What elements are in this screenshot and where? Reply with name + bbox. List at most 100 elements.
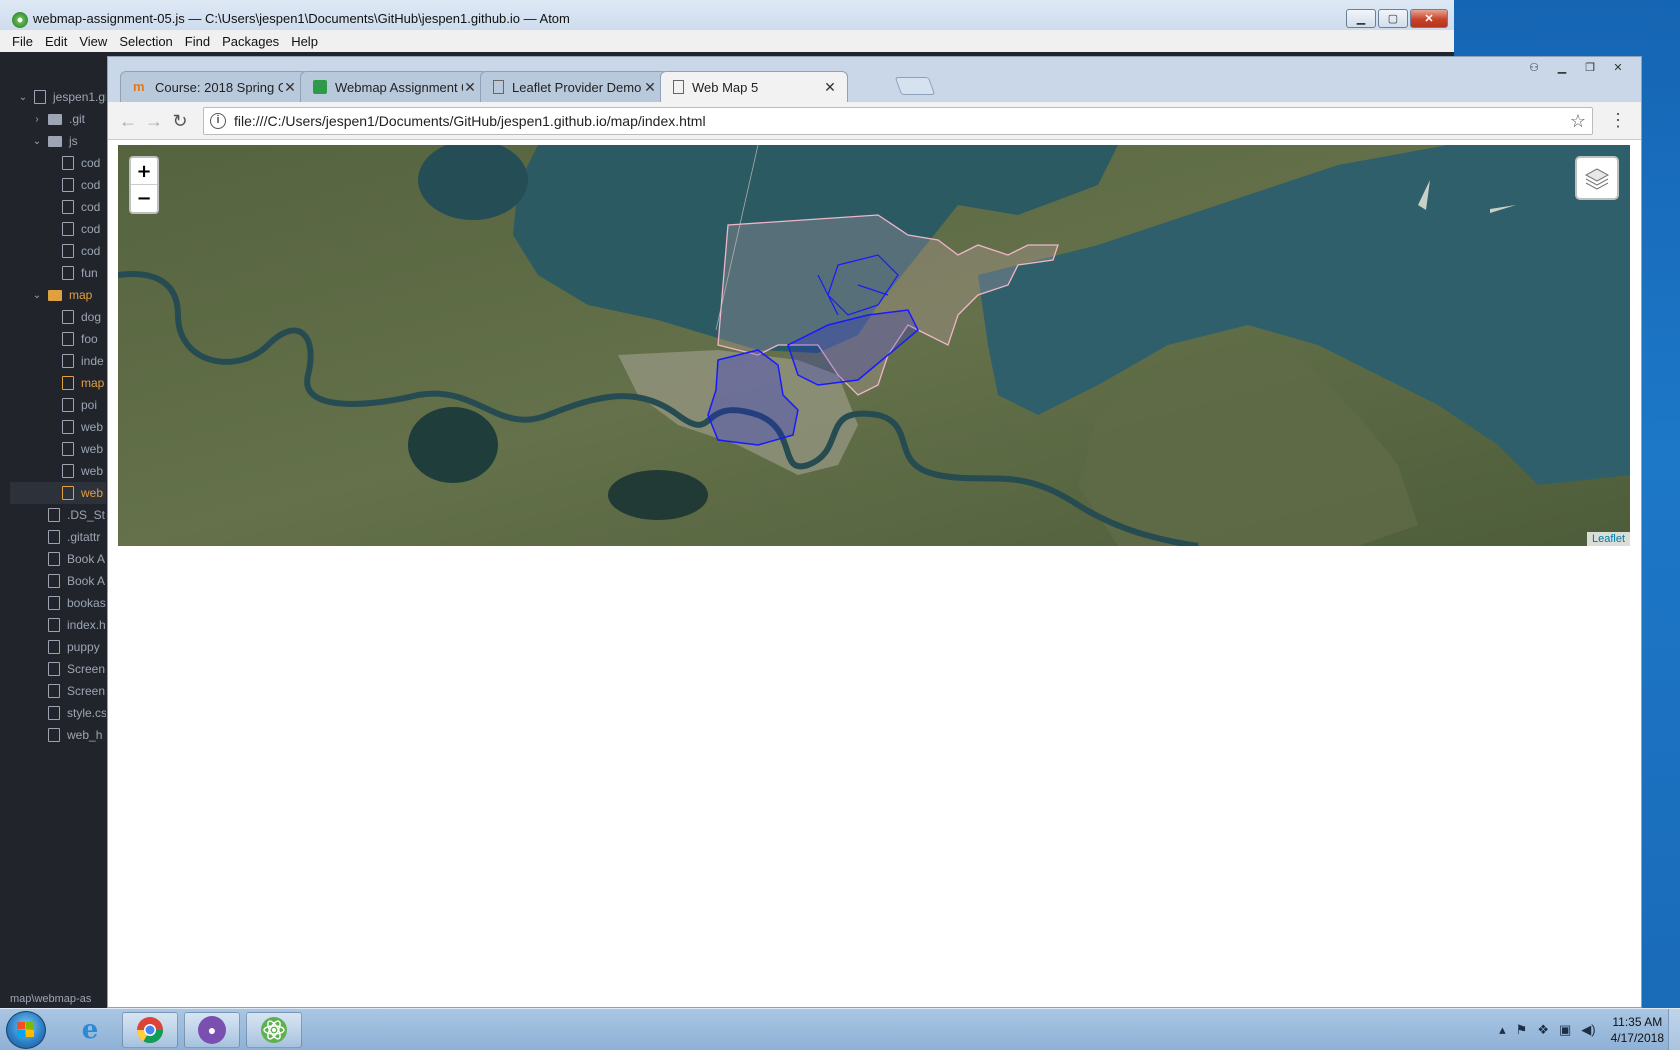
tree-item-image[interactable]: puppy bbox=[48, 636, 106, 658]
atom-status-path[interactable]: map\webmap-as bbox=[10, 993, 106, 1008]
tree-item-file[interactable]: cod bbox=[62, 218, 106, 240]
tree-item-file[interactable]: fun bbox=[62, 262, 106, 284]
leaflet-map[interactable]: + − Leaflet bbox=[118, 145, 1630, 546]
tree-item-image[interactable]: Book A bbox=[48, 570, 106, 592]
volume-icon[interactable]: ◀) bbox=[1581, 1022, 1595, 1038]
chrome-close-button[interactable]: ✕ bbox=[1605, 59, 1631, 75]
tree-item-folder[interactable]: ⌄ js bbox=[32, 130, 106, 152]
chrome-icon[interactable] bbox=[122, 1012, 178, 1048]
tree-item-file[interactable]: cod bbox=[62, 240, 106, 262]
tree-item-image[interactable]: Screen bbox=[48, 680, 106, 702]
tree-item-file[interactable]: .DS_St bbox=[48, 504, 106, 526]
atom-minimize-button[interactable]: ▁ bbox=[1346, 9, 1376, 28]
image-file-icon bbox=[48, 640, 60, 654]
tree-item-image[interactable]: bookas bbox=[48, 592, 106, 614]
sheets-icon bbox=[313, 80, 327, 94]
tree-item-folder[interactable]: › .git bbox=[32, 108, 106, 130]
image-file-icon bbox=[48, 552, 60, 566]
tree-item-image[interactable]: web_h bbox=[48, 724, 106, 746]
map-attribution-link[interactable]: Leaflet bbox=[1586, 532, 1630, 546]
close-icon[interactable]: ✕ bbox=[643, 79, 657, 96]
image-file-icon bbox=[48, 728, 60, 742]
folder-icon bbox=[48, 113, 62, 125]
url-text[interactable]: file:///C:/Users/jespen1/Documents/GitHu… bbox=[234, 113, 706, 129]
page-icon bbox=[493, 80, 504, 94]
tab-course[interactable]: m Course: 2018 Spring GEO ✕ bbox=[120, 71, 308, 102]
tree-root[interactable]: ⌄ jespen1.gi bbox=[18, 86, 106, 108]
menu-find[interactable]: Find bbox=[185, 34, 210, 49]
tree-item-file-modified[interactable]: map bbox=[62, 372, 106, 394]
tree-item-file[interactable]: index.h bbox=[48, 614, 106, 636]
tree-item-image[interactable]: Book A bbox=[48, 548, 106, 570]
moodle-icon: m bbox=[133, 79, 145, 94]
file-icon bbox=[62, 200, 74, 214]
menu-help[interactable]: Help bbox=[291, 34, 318, 49]
atom-close-button[interactable]: ✕ bbox=[1410, 9, 1448, 28]
tree-item-image[interactable]: poi bbox=[62, 394, 106, 416]
tree-item-file[interactable]: web bbox=[62, 438, 106, 460]
close-icon[interactable]: ✕ bbox=[283, 79, 297, 96]
start-button[interactable] bbox=[6, 1011, 46, 1049]
menu-packages[interactable]: Packages bbox=[222, 34, 279, 49]
tree-item-file[interactable]: foo bbox=[62, 328, 106, 350]
zoom-out-button[interactable]: − bbox=[131, 185, 157, 212]
file-icon bbox=[62, 464, 74, 478]
close-icon[interactable]: ✕ bbox=[463, 79, 477, 96]
clock[interactable]: 11:35 AM 4/17/2018 bbox=[1611, 1014, 1664, 1046]
image-file-icon bbox=[62, 310, 74, 324]
menu-view[interactable]: View bbox=[79, 34, 107, 49]
reload-icon[interactable]: ↻ bbox=[170, 111, 190, 131]
bookmark-star-icon[interactable]: ☆ bbox=[1570, 111, 1586, 132]
network-icon[interactable]: ▣ bbox=[1559, 1022, 1571, 1038]
back-arrow-icon[interactable]: ← bbox=[118, 111, 138, 131]
tab-leaflet-provider-demo[interactable]: Leaflet Provider Demo ✕ bbox=[480, 71, 668, 102]
chevron-right-icon: › bbox=[35, 113, 39, 125]
tree-item-image[interactable]: Screen bbox=[48, 658, 106, 680]
chevron-down-icon: ⌄ bbox=[32, 289, 42, 301]
tab-webmap-assignment[interactable]: Webmap Assignment 05 ✕ bbox=[300, 71, 488, 102]
tree-item-file[interactable]: cod bbox=[62, 152, 106, 174]
new-tab-button[interactable] bbox=[894, 77, 936, 95]
atom-icon[interactable] bbox=[246, 1012, 302, 1048]
file-icon bbox=[62, 266, 74, 280]
menu-file[interactable]: File bbox=[12, 34, 33, 49]
action-center-flag-icon[interactable]: ⚑ bbox=[1516, 1022, 1528, 1038]
atom-maximize-button[interactable]: ▢ bbox=[1378, 9, 1408, 28]
folder-open-icon bbox=[48, 289, 62, 301]
show-hidden-icons-icon[interactable]: ▴ bbox=[1499, 1022, 1506, 1038]
tree-item-file-selected[interactable]: web bbox=[10, 482, 106, 504]
zoom-in-button[interactable]: + bbox=[131, 158, 157, 185]
menu-selection[interactable]: Selection bbox=[119, 34, 172, 49]
chrome-logo bbox=[136, 1017, 164, 1044]
tree-item-file[interactable]: inde bbox=[62, 350, 106, 372]
internet-explorer-icon[interactable]: e bbox=[62, 1012, 118, 1048]
tree-item-file[interactable]: cod bbox=[62, 196, 106, 218]
dropbox-icon[interactable]: ❖ bbox=[1537, 1022, 1549, 1038]
tab-web-map-5[interactable]: Web Map 5 ✕ bbox=[660, 71, 848, 102]
windows-flag-icon bbox=[17, 1022, 34, 1037]
file-icon bbox=[48, 530, 60, 544]
menu-kebab-icon[interactable]: ⋮ bbox=[1609, 111, 1627, 129]
show-desktop-button[interactable] bbox=[1668, 1009, 1680, 1050]
close-icon[interactable]: ✕ bbox=[823, 79, 837, 96]
tree-item-file[interactable]: web bbox=[62, 460, 106, 482]
info-icon[interactable]: i bbox=[210, 113, 226, 129]
tree-item-file[interactable]: .gitattr bbox=[48, 526, 106, 548]
profile-icon[interactable]: ⚇ bbox=[1521, 59, 1547, 75]
tree-item-image[interactable]: dog bbox=[62, 306, 106, 328]
repo-icon bbox=[34, 90, 46, 104]
tree-item-folder[interactable]: ⌄ map bbox=[32, 284, 106, 306]
tree-item-file[interactable]: cod bbox=[62, 174, 106, 196]
menu-edit[interactable]: Edit bbox=[45, 34, 67, 49]
tree-item-file[interactable]: web bbox=[62, 416, 106, 438]
forward-arrow-icon[interactable]: → bbox=[144, 111, 164, 131]
chrome-minimize-button[interactable]: ▁ bbox=[1549, 59, 1575, 75]
layers-control-button[interactable] bbox=[1575, 156, 1619, 200]
browser-toolbar: ← → ↻ i file:///C:/Users/jespen1/Documen… bbox=[108, 102, 1641, 140]
file-icon bbox=[62, 178, 74, 192]
address-bar[interactable]: i file:///C:/Users/jespen1/Documents/Git… bbox=[203, 107, 1593, 135]
file-icon bbox=[62, 244, 74, 258]
tree-item-file[interactable]: style.cs bbox=[48, 702, 106, 724]
github-desktop-icon[interactable]: ● bbox=[184, 1012, 240, 1048]
chrome-maximize-button[interactable]: ❐ bbox=[1577, 59, 1603, 75]
